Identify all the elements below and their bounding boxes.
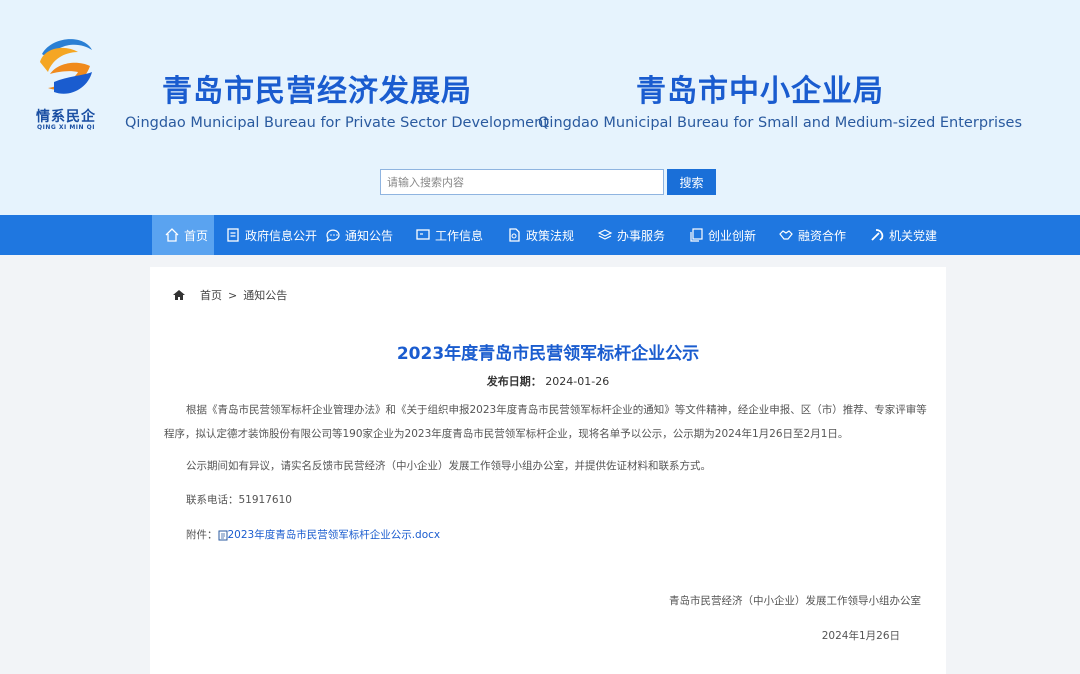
handshake-icon <box>779 230 793 240</box>
main-nav: 首页 政府信息公开 通知公告 工作信息 政策法规 办事服务 创业创新 融资合作 … <box>0 215 1080 255</box>
nav-label: 首页 <box>184 228 209 243</box>
party-emblem-icon <box>871 229 884 241</box>
contact-phone: 联系电话：51917610 <box>186 494 292 506</box>
breadcrumb-separator: > <box>228 288 238 302</box>
signature: 青岛市民营经济（中小企业）发展工作领导小组办公室 <box>669 595 921 607</box>
search-button[interactable]: 搜索 <box>667 169 716 195</box>
search-input[interactable] <box>380 169 664 195</box>
article-title: 2023年度青岛市民营领军标杆企业公示 <box>396 344 700 364</box>
article-paragraph-2: 公示期间如有异议，请实名反馈市民营经济（中小企业）发展工作领导小组办公室，并提供… <box>186 460 711 472</box>
home-icon <box>165 228 179 242</box>
nav-label: 办事服务 <box>617 228 666 243</box>
breadcrumb-current[interactable]: 通知公告 <box>243 287 287 303</box>
site-logo[interactable]: 情系民企 QING XI MIN QI <box>30 32 102 132</box>
attachment-row: 附件： 2023年度青岛市民营领军标杆企业公示.docx <box>186 523 958 547</box>
monitor-icon <box>416 229 430 240</box>
attachment-link[interactable]: 2023年度青岛市民营领军标杆企业公示.docx <box>228 523 441 547</box>
date-value: 2024-01-26 <box>545 375 610 388</box>
article-panel: 首页 > 通知公告 2023年度青岛市民营领军标杆企业公示 发布日期： 2024… <box>150 267 946 674</box>
attachment-label: 附件： <box>186 529 218 541</box>
nav-label: 政策法规 <box>526 228 575 243</box>
home-icon[interactable] <box>172 289 186 301</box>
logo-text-cn: 情系民企 <box>36 109 96 125</box>
nav-item-home[interactable]: 首页 <box>152 215 214 255</box>
nav-item-financing[interactable]: 融资合作 <box>778 215 846 255</box>
logo-emblem-icon <box>40 39 92 94</box>
document-icon <box>227 228 239 242</box>
layers-icon <box>597 229 613 240</box>
site-header: 情系民企 QING XI MIN QI 青岛市民营经济发展局 Qingdao M… <box>0 0 1080 215</box>
breadcrumb-home-link[interactable]: 首页 <box>200 287 222 303</box>
nav-item-innovation[interactable]: 创业创新 <box>688 215 756 255</box>
org1-title-en: Qingdao Municipal Bureau for Private Sec… <box>125 115 549 131</box>
org2-title-en: Qingdao Municipal Bureau for Small and M… <box>538 115 1023 131</box>
nav-label: 政府信息公开 <box>245 228 318 243</box>
copy-icon <box>690 228 703 242</box>
nav-item-notices[interactable]: 通知公告 <box>325 215 393 255</box>
breadcrumb: 首页 > 通知公告 <box>172 287 287 303</box>
file-icon <box>509 228 520 242</box>
nav-item-work-info[interactable]: 工作信息 <box>415 215 483 255</box>
date-label: 发布日期： <box>486 375 542 388</box>
nav-item-policy[interactable]: 政策法规 <box>506 215 574 255</box>
nav-item-party[interactable]: 机关党建 <box>869 215 937 255</box>
chat-icon <box>326 229 340 243</box>
docx-file-icon <box>218 530 227 540</box>
org1-title-cn: 青岛市民营经济发展局 <box>162 74 472 109</box>
nav-item-gov-info[interactable]: 政府信息公开 <box>225 215 317 255</box>
article-paragraph-1: 根据《青岛市民营领军标杆企业管理办法》和《关于组织申报2023年度青岛市民营领军… <box>164 404 927 440</box>
nav-label: 工作信息 <box>435 228 484 243</box>
nav-label: 创业创新 <box>708 228 757 243</box>
nav-label: 通知公告 <box>345 228 394 243</box>
org2-title-cn: 青岛市中小企业局 <box>636 74 884 109</box>
nav-label: 机关党建 <box>889 228 938 243</box>
article-date: 发布日期： 2024-01-26 <box>150 373 946 389</box>
nav-item-services[interactable]: 办事服务 <box>597 215 665 255</box>
nav-label: 融资合作 <box>798 228 847 243</box>
signature-date: 2024年1月26日 <box>821 630 900 642</box>
logo-text-en: QING XI MIN QI <box>37 124 95 131</box>
